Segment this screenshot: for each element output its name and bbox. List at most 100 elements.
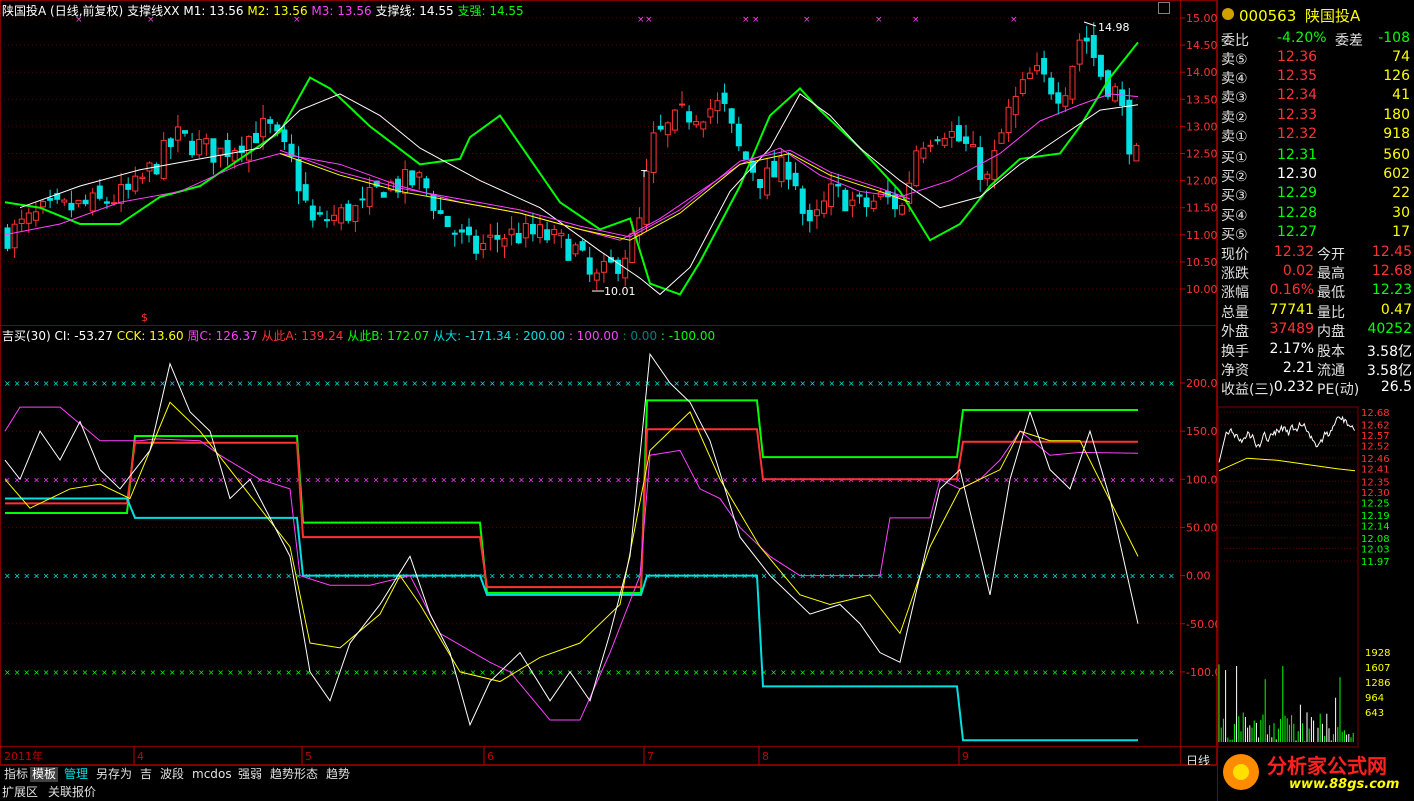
level-x-icon: × (237, 572, 244, 581)
candle-down (1090, 35, 1097, 58)
stock-logo-icon (1222, 8, 1234, 20)
tab-ji[interactable]: 吉 (138, 767, 154, 782)
price-axis-label: 10.00 (1186, 283, 1217, 296)
level-x-icon: × (295, 668, 302, 677)
level-x-icon: × (1003, 475, 1010, 484)
candle-up (1076, 39, 1083, 65)
level-x-icon: × (392, 668, 399, 677)
tab-trend[interactable]: 趋势 (324, 767, 352, 782)
candle-up (1005, 106, 1012, 134)
candle-down (934, 139, 941, 142)
level-x-icon: × (43, 379, 50, 388)
level-x-icon: × (1023, 668, 1030, 677)
level-x-icon: × (198, 379, 205, 388)
candle-down (281, 129, 288, 143)
m1-value: M1: 13.56 (183, 4, 244, 18)
level-x-icon: × (974, 572, 981, 581)
restore-icon[interactable] (1158, 2, 1170, 14)
candle-down (359, 198, 366, 201)
candle-up (245, 136, 252, 161)
strong-value: 支强: 14.55 (457, 4, 524, 18)
tab-indicator[interactable]: 指标 (2, 767, 30, 782)
tab-strength[interactable]: 强弱 (236, 767, 264, 782)
level-x-icon: × (382, 379, 389, 388)
candle-up (522, 223, 529, 239)
level-x-icon: × (1110, 475, 1117, 484)
tab-extension[interactable]: 扩展区 (2, 784, 38, 800)
tab-save-as[interactable]: 另存为 (94, 767, 134, 782)
level-x-icon: × (53, 668, 60, 677)
level-x-icon: × (169, 475, 176, 484)
level-x-icon: × (1013, 379, 1020, 388)
level-x-icon: × (227, 572, 234, 581)
level-x-icon: × (450, 475, 457, 484)
level-x-icon: × (635, 379, 642, 388)
candle-up (217, 147, 224, 156)
level-x-icon: × (1061, 475, 1068, 484)
level-x-icon: × (1061, 572, 1068, 581)
level-x-icon: × (790, 379, 797, 388)
level-x-icon: × (683, 668, 690, 677)
level-x-icon: × (1071, 668, 1078, 677)
level-x-icon: × (528, 668, 535, 677)
tab-trend-shape[interactable]: 趋势形态 (268, 767, 320, 782)
level-x-icon: × (615, 475, 622, 484)
level-x-icon: × (858, 379, 865, 388)
tab-os[interactable]: os (216, 767, 234, 782)
lm100-value: : -100.00 (660, 329, 716, 343)
level-x-icon: × (538, 668, 545, 677)
level-x-icon: × (489, 475, 496, 484)
level-x-icon: × (547, 379, 554, 388)
level-x-icon: × (53, 379, 60, 388)
tab-band[interactable]: 波段 (158, 767, 186, 782)
candle-up (899, 205, 906, 215)
level-x-icon: × (935, 379, 942, 388)
candle-down (103, 201, 110, 204)
level-x-icon: × (334, 379, 341, 388)
level-x-icon: × (664, 379, 671, 388)
level-x-icon: × (1168, 572, 1175, 581)
level-x-icon: × (285, 475, 292, 484)
level-x-icon: × (276, 379, 283, 388)
level-x-icon: × (993, 475, 1000, 484)
candle-up (572, 244, 579, 255)
minute-chart[interactable]: 12.68 12.6212.5712.5212.4612.4112.3512.30… (1217, 400, 1414, 750)
tab-template[interactable]: 模板 (30, 767, 59, 782)
price-axis-label: 12.50 (1186, 148, 1217, 161)
candle-down (757, 178, 764, 189)
stock-name: 陕国投A (2, 4, 47, 18)
level-x-icon: × (1158, 668, 1165, 677)
tab-manage[interactable]: 管理 (62, 767, 90, 782)
candle-down (586, 257, 593, 275)
level-x-icon: × (635, 668, 642, 677)
level-x-icon: × (1032, 668, 1039, 677)
minute-axis-label: 12.35 (1361, 477, 1390, 488)
level-x-icon: × (722, 379, 729, 388)
level-x-icon: × (227, 475, 234, 484)
osc-axis-label: -50.00 (1186, 618, 1217, 631)
level-x-icon: × (732, 379, 739, 388)
level-x-icon: × (91, 475, 98, 484)
level-x-icon: × (150, 379, 157, 388)
level-x-icon: × (188, 475, 195, 484)
level-x-icon: × (188, 668, 195, 677)
level-x-icon: × (247, 668, 254, 677)
candle-down (68, 202, 75, 211)
level-x-icon: × (441, 475, 448, 484)
level-x-icon: × (528, 475, 535, 484)
candle-up (1133, 144, 1140, 162)
level-x-icon: × (654, 668, 661, 677)
level-x-icon: × (72, 572, 79, 581)
level-x-icon: × (508, 475, 515, 484)
candle-down (210, 138, 217, 163)
candle-down (423, 178, 430, 189)
candle-up (352, 205, 359, 223)
level-x-icon: × (576, 475, 583, 484)
signal-x-icon: × (912, 15, 920, 25)
tab-related-quotes[interactable]: 关联报价 (48, 784, 96, 800)
level-x-icon: × (62, 475, 69, 484)
chart-canvas[interactable]: 15.00 14.50 14.00 13.50 13.00 12.50 12.00 11.50… (0, 0, 1217, 765)
candle-up (600, 260, 607, 273)
minute-axis-label: 12.46 (1361, 454, 1390, 465)
level-x-icon: × (460, 379, 467, 388)
